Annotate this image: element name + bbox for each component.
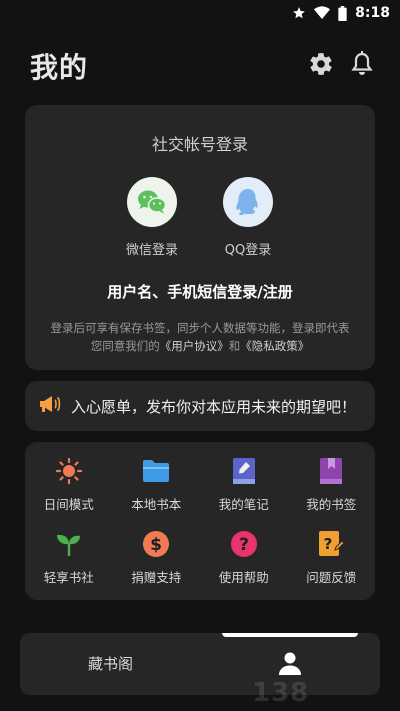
qq-login-label: QQ登录 (224, 243, 272, 258)
feature-label: 使用帮助 (218, 570, 269, 585)
status-bar: 8:18 (0, 0, 400, 26)
svg-text:?: ? (324, 535, 333, 553)
login-title: 社交帐号登录 (151, 135, 248, 154)
wifi-icon (314, 6, 331, 20)
feature-help[interactable]: ? 使用帮助 (200, 529, 288, 586)
tab-bookshelf[interactable]: 藏书阁 (88, 653, 133, 674)
wechat-icon (127, 177, 177, 227)
bookmark-icon (288, 456, 376, 486)
svg-text:?: ? (239, 535, 249, 555)
tab-profile[interactable] (278, 651, 302, 679)
feature-day-mode[interactable]: 日间模式 (25, 456, 113, 513)
feature-label: 日间模式 (43, 497, 94, 512)
star-icon (292, 6, 306, 20)
feedback-icon: ? (288, 529, 376, 559)
megaphone-icon (39, 394, 61, 418)
feature-label: 我的笔记 (218, 497, 269, 512)
wish-banner[interactable]: 入心愿单，发布你对本应用未来的期望吧！ (25, 381, 375, 431)
phone-login-link[interactable]: 用户名、手机短信登录/注册 (25, 281, 375, 302)
feature-label: 问题反馈 (306, 570, 357, 585)
sun-icon (25, 456, 113, 486)
svg-text:$: $ (150, 535, 162, 555)
feature-my-notes[interactable]: 我的笔记 (200, 456, 288, 513)
notice-prefix: 您同意我们的 (90, 339, 160, 353)
wechat-login-button[interactable]: 微信登录 (112, 177, 192, 258)
feature-local-books[interactable]: 本地书本 (113, 456, 201, 513)
notice-and: 和 (228, 339, 241, 353)
help-icon: ? (200, 529, 288, 559)
feature-donate[interactable]: $ 捐赠支持 (113, 529, 201, 586)
notice-line-1: 登录后可享有保存书签，同步个人数据等功能，登录即代表 (50, 321, 350, 335)
status-time: 8:18 (355, 5, 390, 21)
feature-my-bookmarks[interactable]: 我的书签 (288, 456, 376, 513)
features-grid: 日间模式 本地书本 我的笔记 我的书签 轻享书社 $ 捐赠支持 ? 使用帮助 ?… (25, 456, 375, 586)
folder-icon (113, 456, 201, 486)
dollar-icon: $ (113, 529, 201, 559)
bottom-nav: 藏书阁 (20, 633, 380, 695)
qq-icon (223, 177, 273, 227)
qq-login-button[interactable]: QQ登录 (208, 177, 288, 258)
features-card: 日间模式 本地书本 我的笔记 我的书签 轻享书社 $ 捐赠支持 ? 使用帮助 ?… (25, 442, 375, 600)
login-card: 社交帐号登录 微信登录 QQ登录 用户名、手机短信登录/注册 登录后可享有保存书… (25, 105, 375, 370)
watermark: 138 (252, 678, 310, 708)
notebook-icon (200, 456, 288, 486)
feature-label: 轻享书社 (43, 570, 94, 585)
privacy-policy-link[interactable]: 《隐私政策》 (240, 339, 309, 353)
header: 我的 (30, 44, 374, 88)
wechat-login-label: 微信登录 (125, 243, 178, 258)
battery-icon (338, 5, 347, 21)
login-notice: 登录后可享有保存书签，同步个人数据等功能，登录即代表 您同意我们的《用户协议》和… (39, 319, 361, 355)
user-agreement-link[interactable]: 《用户协议》 (160, 339, 229, 353)
bell-icon[interactable] (350, 51, 374, 81)
feature-label: 我的书签 (306, 497, 357, 512)
header-actions (308, 51, 374, 81)
page-title: 我的 (30, 51, 89, 84)
sprout-icon (25, 529, 113, 559)
feature-label: 捐赠支持 (131, 570, 182, 585)
gear-icon[interactable] (308, 51, 334, 81)
user-icon (278, 652, 302, 679)
notice-line-2: 您同意我们的《用户协议》和《隐私政策》 (39, 337, 361, 355)
feature-feedback[interactable]: ? 问题反馈 (288, 529, 376, 586)
active-tab-indicator (222, 633, 358, 637)
feature-label: 本地书本 (131, 497, 182, 512)
feature-book-club[interactable]: 轻享书社 (25, 529, 113, 586)
wish-text: 入心愿单，发布你对本应用未来的期望吧！ (71, 397, 357, 416)
